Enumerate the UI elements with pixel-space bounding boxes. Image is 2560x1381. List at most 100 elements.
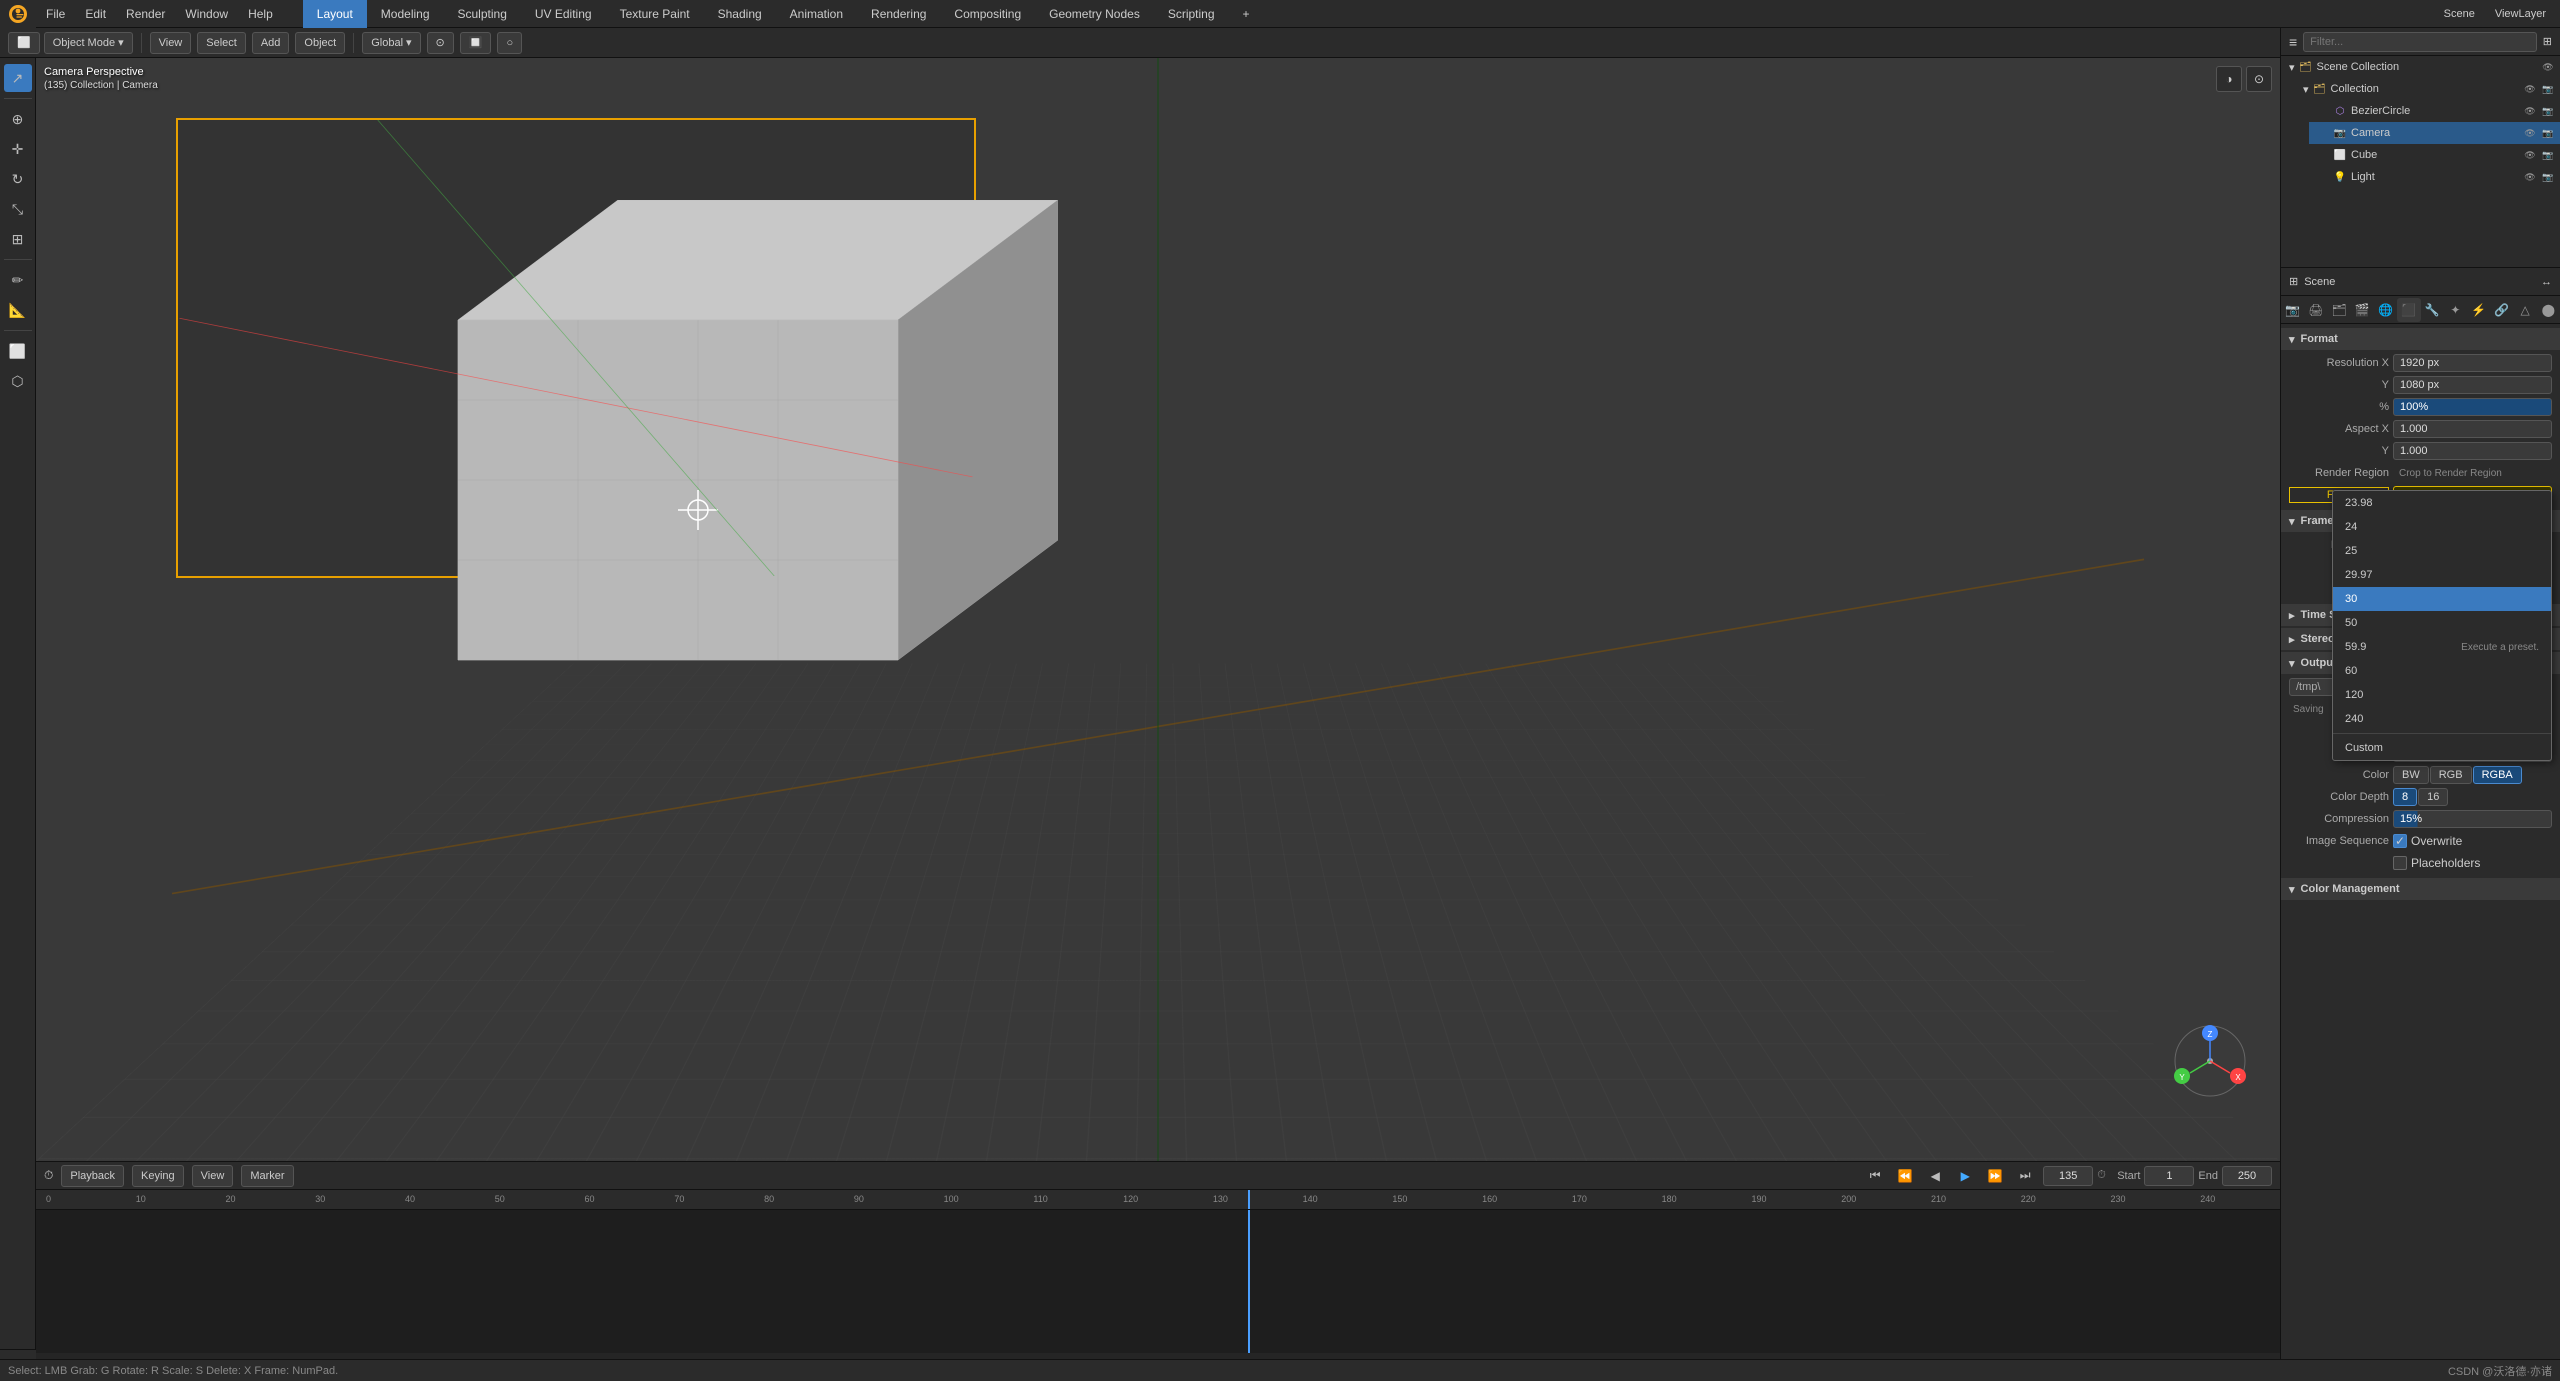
resolution-y-field[interactable]: 1080 px (2393, 376, 2552, 394)
outliner-visibility-cube[interactable]: 👁 (2522, 147, 2538, 163)
jump-start-btn[interactable]: ⏮ (1863, 1165, 1887, 1187)
tab-add[interactable]: + (1229, 0, 1264, 28)
tab-animation[interactable]: Animation (776, 0, 857, 28)
viewport-shading-btn[interactable]: ◑ (2216, 66, 2242, 92)
toolbar-annotate-tool[interactable]: ✏ (4, 266, 32, 294)
placeholders-checkbox[interactable] (2393, 856, 2407, 870)
prop-tab-physics[interactable]: ⚡ (2467, 298, 2490, 322)
outliner-item-cube[interactable]: ⬜ Cube 👁 📷 (2309, 144, 2560, 166)
next-keyframe-btn[interactable]: ⏩ (1983, 1165, 2007, 1187)
dropdown-item-50[interactable]: 50 (2333, 611, 2551, 635)
select-menu[interactable]: Select (197, 32, 246, 54)
outliner-item-collection[interactable]: ▾ 🗂 Collection 👁 📷 (2295, 78, 2560, 100)
tab-shading[interactable]: Shading (704, 0, 776, 28)
color-bw-btn[interactable]: BW (2393, 766, 2429, 784)
prop-tab-material[interactable]: ⬤ (2537, 298, 2560, 322)
outliner-item-light[interactable]: 💡 Light 👁 📷 (2309, 166, 2560, 188)
end-frame-counter[interactable]: 250 (2222, 1166, 2272, 1186)
prop-tab-modifier[interactable]: 🔧 (2421, 298, 2444, 322)
main-3d-viewport[interactable]: Camera Perspective (135) Collection | Ca… (36, 58, 2280, 1161)
toolbar-transform-tool[interactable]: ⊞ (4, 225, 32, 253)
prop-tab-render[interactable]: 📷 (2281, 298, 2304, 322)
outliner-visibility-collection[interactable]: 👁 (2522, 81, 2538, 97)
outliner-visibility-light[interactable]: 👁 (2522, 169, 2538, 185)
view-menu-timeline[interactable]: View (192, 1165, 234, 1187)
tab-sculpting[interactable]: Sculpting (444, 0, 521, 28)
dropdown-item-240[interactable]: 240 (2333, 707, 2551, 731)
outliner-item-scene-collection[interactable]: ▾ 🗂 Scene Collection 👁 (2281, 56, 2560, 78)
dropdown-item-2997[interactable]: 29.97 (2333, 563, 2551, 587)
menu-window[interactable]: Window (175, 0, 238, 28)
dropdown-item-2398[interactable]: 23.98 (2333, 491, 2551, 515)
dropdown-item-custom[interactable]: Custom (2333, 736, 2551, 760)
aspect-x-field[interactable]: 1.000 (2393, 420, 2552, 438)
color-rgb-btn[interactable]: RGB (2430, 766, 2472, 784)
current-frame-counter[interactable]: 135 (2043, 1166, 2093, 1186)
jump-end-btn[interactable]: ⏭ (2013, 1165, 2037, 1187)
menu-render[interactable]: Render (116, 0, 175, 28)
prop-tab-data[interactable]: △ (2514, 298, 2537, 322)
prop-tab-constraints[interactable]: 🔗 (2490, 298, 2513, 322)
play-btn[interactable]: ▶ (1953, 1165, 1977, 1187)
outliner-item-bezier[interactable]: ⬡ BezierCircle 👁 📷 (2309, 100, 2560, 122)
color-depth-8-btn[interactable]: 8 (2393, 788, 2417, 806)
tab-scripting[interactable]: Scripting (1154, 0, 1229, 28)
toolbar-rotate-tool[interactable]: ↻ (4, 165, 32, 193)
outliner-render-cube[interactable]: 📷 (2540, 147, 2556, 163)
tab-rendering[interactable]: Rendering (857, 0, 940, 28)
outliner-render-camera[interactable]: 📷 (2540, 125, 2556, 141)
tab-compositing[interactable]: Compositing (940, 0, 1035, 28)
color-rgba-btn[interactable]: RGBA (2473, 766, 2522, 784)
resolution-percent-field[interactable]: 100% (2393, 398, 2552, 416)
prop-tab-object[interactable]: ⬛ (2397, 298, 2420, 322)
dropdown-item-120[interactable]: 120 (2333, 683, 2551, 707)
timeline-content-area[interactable] (36, 1210, 2280, 1353)
start-frame-counter[interactable]: 1 (2144, 1166, 2194, 1186)
toolbar-measure-tool[interactable]: 📐 (4, 296, 32, 324)
prop-tab-world[interactable]: 🌐 (2374, 298, 2397, 322)
toolbar-select-tool[interactable]: ↗ (4, 64, 32, 92)
outliner-render-collection[interactable]: 📷 (2540, 81, 2556, 97)
tab-geometry-nodes[interactable]: Geometry Nodes (1035, 0, 1154, 28)
prop-tab-particles[interactable]: ✦ (2444, 298, 2467, 322)
resolution-x-field[interactable]: 1920 px (2393, 354, 2552, 372)
toolbar-scale-tool[interactable]: ⤡ (4, 195, 32, 223)
outliner-search-input[interactable] (2303, 32, 2537, 52)
menu-edit[interactable]: Edit (75, 0, 116, 28)
prop-tab-scene[interactable]: 🎬 (2351, 298, 2374, 322)
toolbar-add-mesh[interactable]: ⬡ (4, 367, 32, 395)
overwrite-checkbox[interactable]: ✓ (2393, 834, 2407, 848)
outliner-render-light[interactable]: 📷 (2540, 169, 2556, 185)
color-depth-16-btn[interactable]: 16 (2418, 788, 2448, 806)
aspect-y-field[interactable]: 1.000 (2393, 442, 2552, 460)
viewport-overlay-btn[interactable]: ⊙ (2246, 66, 2272, 92)
prop-tab-view-layer[interactable]: 🗂 (2328, 298, 2351, 322)
pivot-selector[interactable]: ⊙ (427, 32, 454, 54)
format-section-header[interactable]: ▾ Format (2281, 328, 2560, 350)
snap-toggle[interactable]: 🔲 (460, 32, 492, 54)
dropdown-item-60[interactable]: 60 (2333, 659, 2551, 683)
tab-uv-editing[interactable]: UV Editing (521, 0, 606, 28)
outliner-render-bezier[interactable]: 📷 (2540, 103, 2556, 119)
color-management-header[interactable]: ▾ Color Management (2281, 878, 2560, 900)
viewport-type-menu[interactable]: ⬜ (8, 32, 40, 54)
toolbar-add-cube[interactable]: ⬜ (4, 337, 32, 365)
dropdown-item-599[interactable]: 59.9 (2345, 635, 2366, 659)
viewlayer-selector[interactable]: ViewLayer (2489, 8, 2552, 20)
prop-tab-output[interactable]: 🖨 (2304, 298, 2327, 322)
outliner-item-camera[interactable]: 📷 Camera 👁 📷 (2309, 122, 2560, 144)
dropdown-item-24[interactable]: 24 (2333, 515, 2551, 539)
tab-texture-paint[interactable]: Texture Paint (606, 0, 704, 28)
proportional-edit[interactable]: ○ (497, 32, 522, 54)
outliner-visibility-bezier[interactable]: 👁 (2522, 103, 2538, 119)
outliner-filter-icon[interactable]: ⊞ (2543, 35, 2552, 48)
outliner-visibility-camera[interactable]: 👁 (2522, 125, 2538, 141)
prev-keyframe-btn[interactable]: ⏪ (1893, 1165, 1917, 1187)
dropdown-item-25[interactable]: 25 (2333, 539, 2551, 563)
menu-help[interactable]: Help (238, 0, 283, 28)
tab-layout[interactable]: Layout (303, 0, 367, 28)
object-menu[interactable]: Object (295, 32, 345, 54)
add-menu[interactable]: Add (252, 32, 290, 54)
mode-selector[interactable]: Object Mode ▾ (44, 32, 133, 54)
toolbar-move-tool[interactable]: ✛ (4, 135, 32, 163)
